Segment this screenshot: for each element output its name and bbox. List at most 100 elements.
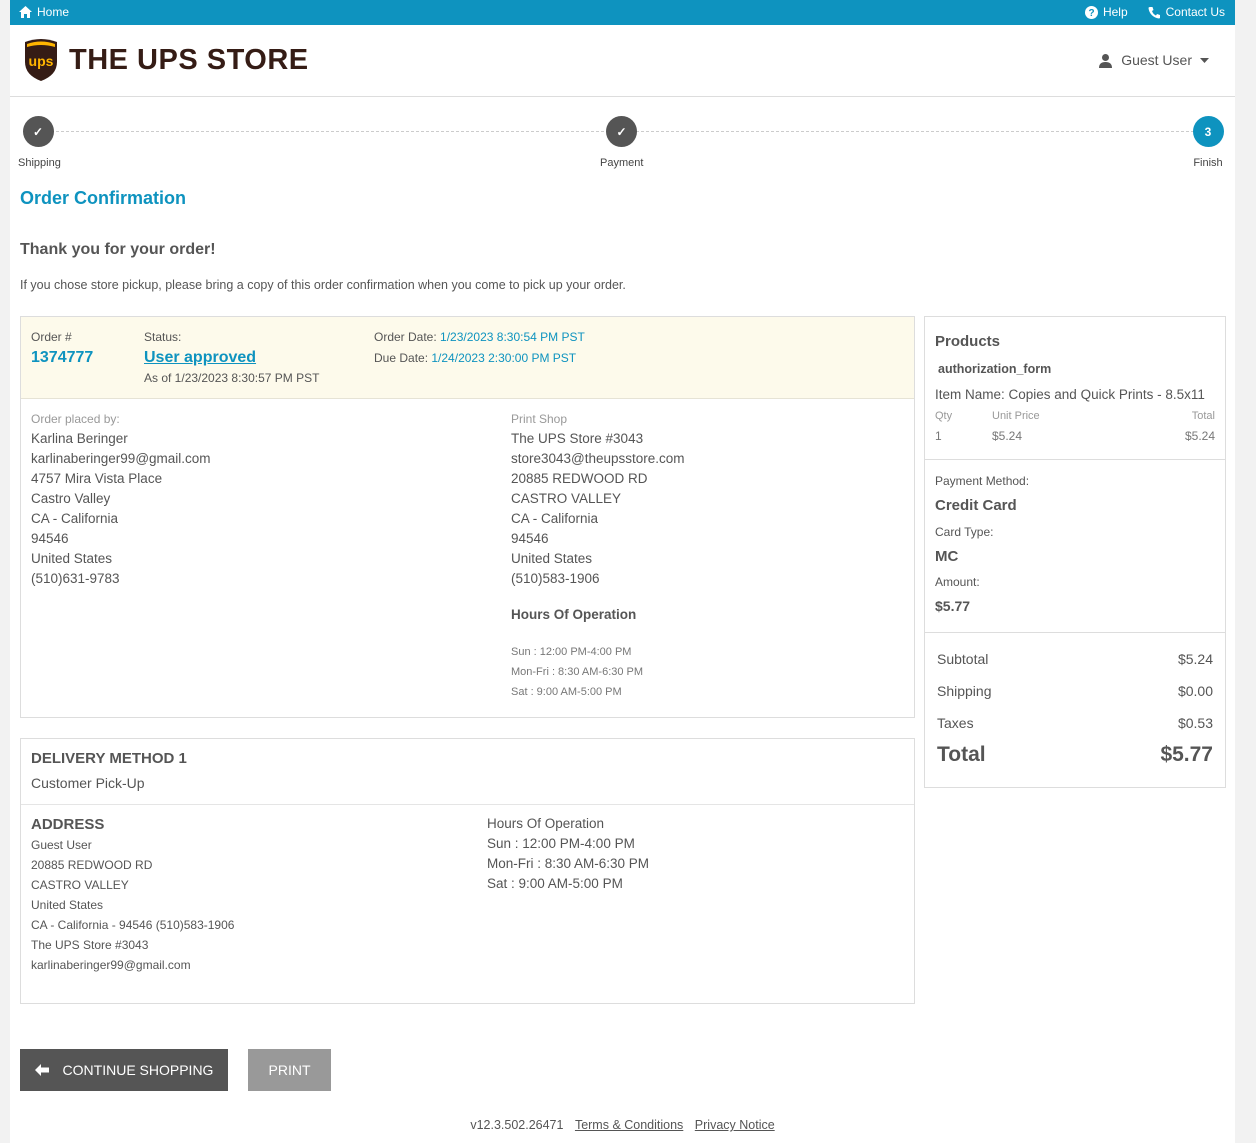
step-payment: ✓ Payment [600, 116, 643, 169]
user-icon [1099, 53, 1113, 68]
hours-line: Sat : 9:00 AM-5:00 PM [487, 876, 623, 891]
home-label: Home [37, 5, 70, 19]
help-link[interactable]: ? Help [1084, 5, 1128, 19]
hours-line: Sat : 9:00 AM-5:00 PM [511, 686, 622, 698]
item-qty: 1 [935, 429, 942, 443]
col-unit-price: Unit Price [992, 410, 1040, 422]
privacy-link[interactable]: Privacy Notice [695, 1118, 775, 1132]
thanks-heading: Thank you for your order! [20, 241, 216, 258]
payment-method-label: Payment Method: [935, 474, 1030, 488]
print-shop-line: The UPS Store #3043 [511, 431, 644, 446]
address-line: Guest User [31, 838, 92, 852]
print-shop-line: 94546 [511, 531, 549, 546]
amount: $5.77 [935, 598, 971, 614]
check-icon: ✓ [606, 116, 637, 147]
ups-badge-text: ups [29, 53, 54, 69]
step-label: Payment [600, 157, 644, 169]
print-shop-label: Print Shop [511, 412, 568, 426]
hours-line: Sun : 12:00 PM-4:00 PM [487, 836, 635, 851]
placed-by-line: 4757 Mira Vista Place [31, 471, 163, 486]
help-label: Help [1102, 5, 1128, 19]
hours-line: Mon-Fri : 8:30 AM-6:30 PM [487, 856, 650, 871]
placed-by-section: Order placed by: Karlina Beringer karlin… [31, 412, 211, 589]
order-details-panel: Order # 1374777 Status: User approved As… [20, 316, 915, 718]
print-shop-line: 20885 REDWOOD RD [511, 471, 648, 486]
item-name: Item Name: Copies and Quick Prints - 8.5… [935, 387, 1205, 402]
order-date-row: Order Date: 1/23/2023 8:30:54 PM PST [374, 330, 585, 344]
print-label: PRINT [268, 1062, 311, 1078]
placed-by-line: United States [31, 551, 113, 566]
print-shop-line: store3043@theupsstore.com [511, 451, 685, 466]
placed-by-line: karlinaberinger99@gmail.com [31, 451, 211, 466]
hours-line: Mon-Fri : 8:30 AM-6:30 PM [511, 666, 644, 678]
phone-icon [1148, 6, 1160, 18]
hours-title: Hours Of Operation [511, 607, 637, 622]
home-icon [19, 6, 32, 18]
placed-by-label: Order placed by: [31, 412, 120, 426]
item-unit-price: $5.24 [992, 429, 1023, 443]
ups-store-logo[interactable]: ups THE UPS STORE [23, 38, 309, 82]
contact-label: Contact Us [1165, 5, 1225, 19]
address-title: ADDRESS [31, 816, 105, 833]
address-line: CASTRO VALLEY [31, 878, 129, 892]
address-line: 20885 REDWOOD RD [31, 858, 153, 872]
print-button[interactable]: PRINT [248, 1049, 331, 1091]
delivery-address: ADDRESS Guest User 20885 REDWOOD RD CAST… [31, 816, 234, 975]
taxes-value: $0.53 [1177, 715, 1213, 731]
user-menu[interactable]: Guest User [1098, 52, 1209, 68]
divider [925, 459, 1225, 460]
due-date-label: Due Date: [374, 351, 429, 365]
order-date-label: Order Date: [374, 330, 437, 344]
placed-by-line: Castro Valley [31, 491, 111, 506]
divider [925, 632, 1225, 633]
placed-by-line: Karlina Beringer [31, 431, 128, 446]
subtotal-value: $5.24 [1177, 651, 1213, 667]
total-label: Total [937, 743, 986, 766]
due-date-value: 1/24/2023 2:30:00 PM PST [431, 351, 577, 365]
taxes-row: Taxes $0.53 [937, 715, 1213, 731]
help-icon: ? [1084, 5, 1098, 19]
card-type-label: Card Type: [935, 525, 994, 539]
delivery-method-panel: DELIVERY METHOD 1 Customer Pick-Up ADDRE… [20, 738, 915, 1004]
page-title: Order Confirmation [20, 188, 187, 208]
status-link[interactable]: User approved [144, 349, 256, 367]
col-qty: Qty [935, 410, 953, 422]
delivery-title: DELIVERY METHOD 1 [31, 750, 187, 767]
step-label: Finish [1193, 157, 1223, 169]
address-line: The UPS Store #3043 [31, 938, 149, 952]
pickup-note: If you chose store pickup, please bring … [20, 278, 626, 292]
placed-by-line: (510)631-9783 [31, 571, 120, 586]
site-header: ups THE UPS STORE Guest User [10, 25, 1235, 97]
subtotal-label: Subtotal [937, 651, 989, 667]
home-link[interactable]: Home [19, 5, 69, 19]
print-shop-line: United States [511, 551, 593, 566]
caret-down-icon [1200, 57, 1209, 63]
card-type: MC [935, 548, 959, 565]
amount-label: Amount: [935, 575, 980, 589]
continue-shopping-button[interactable]: CONTINUE SHOPPING [20, 1049, 228, 1091]
status-label: Status: [144, 330, 182, 344]
order-number: 1374777 [31, 349, 94, 366]
address-line: CA - California - 94546 (510)583-1906 [31, 918, 235, 932]
checkout-steps: ✓ Shipping ✓ Payment 3 Finish [18, 116, 1225, 176]
contact-link[interactable]: Contact Us [1148, 5, 1225, 19]
total-value: $5.77 [1160, 743, 1213, 766]
print-shop-line: CASTRO VALLEY [511, 491, 622, 506]
order-number-label: Order # [31, 330, 72, 344]
logo-text: THE UPS STORE [69, 43, 309, 76]
footer: v12.3.502.26471 Terms & Conditions Priva… [10, 1118, 1235, 1132]
due-date-row: Due Date: 1/24/2023 2:30:00 PM PST [374, 351, 576, 365]
hours-line: Sun : 12:00 PM-4:00 PM [511, 646, 632, 658]
top-bar: Home ? Help Contact Us [10, 0, 1235, 25]
total-row: Total $5.77 [937, 743, 1213, 767]
version-text: v12.3.502.26471 [470, 1118, 564, 1132]
arrow-left-icon [34, 1064, 49, 1076]
ups-shield-logo: ups [25, 39, 57, 81]
delivery-hours: Hours Of Operation Sun : 12:00 PM-4:00 P… [487, 814, 649, 894]
terms-link[interactable]: Terms & Conditions [575, 1118, 683, 1132]
divider [21, 804, 914, 805]
svg-text:?: ? [1088, 8, 1094, 19]
continue-shopping-label: CONTINUE SHOPPING [62, 1062, 214, 1078]
shipping-label: Shipping [937, 683, 992, 699]
print-shop-section: Print Shop The UPS Store #3043 store3043… [511, 412, 685, 702]
